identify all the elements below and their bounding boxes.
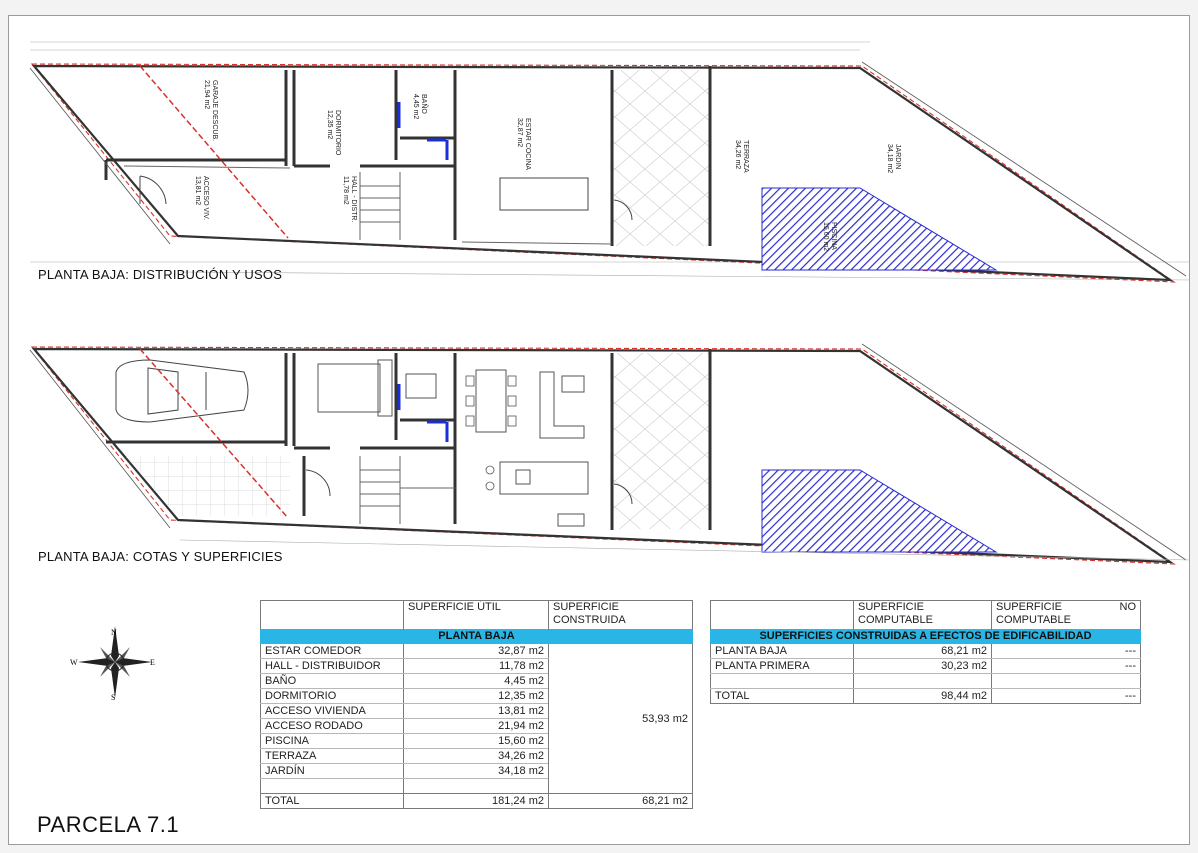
compass-north: N bbox=[111, 628, 117, 637]
row-spacer bbox=[403, 778, 549, 794]
row-label: HALL - DISTRIBUIDOR bbox=[260, 658, 404, 674]
room-jardin-name: JARDIN bbox=[894, 144, 901, 169]
room-terraza-area: 34,26 m2 bbox=[734, 140, 741, 169]
header-no-computable-word2: NO bbox=[1119, 601, 1137, 614]
total-computable: 98,44 m2 bbox=[853, 688, 992, 704]
row-spacer bbox=[853, 673, 992, 689]
row-util: 13,81 m2 bbox=[403, 703, 549, 719]
row-spacer bbox=[991, 673, 1141, 689]
section-planta-baja: PLANTA BAJA bbox=[260, 629, 693, 644]
room-terraza-name: TERRAZA bbox=[742, 140, 749, 173]
row-computable: 68,21 m2 bbox=[853, 643, 992, 659]
room-estar-area: 32,87 m2 bbox=[516, 118, 523, 147]
total-util: 181,24 m2 bbox=[403, 793, 549, 809]
header-empty bbox=[710, 600, 854, 630]
room-jardin-area: 34,18 m2 bbox=[886, 144, 893, 173]
room-hall-name: HALL - DISTR. bbox=[350, 176, 357, 222]
room-dormitorio-area: 12,35 m2 bbox=[326, 110, 333, 139]
upper-plan-title: PLANTA BAJA: DISTRIBUCIÓN Y USOS bbox=[38, 267, 283, 282]
header-empty bbox=[260, 600, 404, 630]
total-label: TOTAL bbox=[260, 793, 404, 809]
row-util: 12,35 m2 bbox=[403, 688, 549, 704]
edificabilidad-table: SUPERFICIE COMPUTABLE SUPERFICIE NO COMP… bbox=[710, 600, 1141, 704]
row-spacer bbox=[260, 778, 404, 794]
room-garaje-name: GARAJE DESCUB. bbox=[211, 80, 218, 141]
room-acceso-area: 13,81 m2 bbox=[194, 176, 201, 205]
row-util: 34,18 m2 bbox=[403, 763, 549, 779]
row-util: 34,26 m2 bbox=[403, 748, 549, 764]
row-spacer bbox=[710, 673, 854, 689]
header-no-computable-word1: SUPERFICIE bbox=[996, 601, 1063, 614]
row-label: PLANTA PRIMERA bbox=[710, 658, 854, 674]
row-label: TERRAZA bbox=[260, 748, 404, 764]
compass-rose-icon: N S E W bbox=[70, 626, 155, 702]
total-label: TOTAL bbox=[710, 688, 854, 704]
lower-plan bbox=[29, 343, 1191, 565]
header-construida: SUPERFICIE CONSTRUIDA bbox=[548, 600, 693, 630]
header-util: SUPERFICIE ÚTIL bbox=[403, 600, 549, 630]
row-util: 32,87 m2 bbox=[403, 643, 549, 659]
room-hall-area: 11,78 m2 bbox=[342, 176, 349, 205]
row-label: PISCINA bbox=[260, 733, 404, 749]
room-garaje-area: 21,94 m2 bbox=[203, 80, 210, 109]
room-bano-name: BAÑO bbox=[420, 94, 429, 114]
row-label: BAÑO bbox=[260, 673, 404, 689]
row-label: PLANTA BAJA bbox=[710, 643, 854, 659]
row-label: JARDÍN bbox=[260, 763, 404, 779]
lower-plan-title: PLANTA BAJA: COTAS Y SUPERFICIES bbox=[38, 549, 283, 564]
row-util: 21,94 m2 bbox=[403, 718, 549, 734]
compass-east: E bbox=[150, 658, 155, 667]
drawing-sheet: GARAJE DESCUB. 21,94 m2 DORMITORIO 12,35… bbox=[0, 0, 1198, 853]
row-no-computable: --- bbox=[991, 643, 1141, 659]
header-no-computable-word3: COMPUTABLE bbox=[996, 614, 1071, 626]
room-piscina-area: 15,60 m2 bbox=[822, 222, 829, 251]
section-edificabilidad: SUPERFICIES CONSTRUIDAS A EFECTOS DE EDI… bbox=[710, 629, 1141, 644]
room-bano-area: 4,45 m2 bbox=[412, 94, 419, 119]
row-util: 15,60 m2 bbox=[403, 733, 549, 749]
header-computable: SUPERFICIE COMPUTABLE bbox=[853, 600, 992, 630]
header-no-computable: SUPERFICIE NO COMPUTABLE bbox=[991, 600, 1141, 630]
row-label: ESTAR COMEDOR bbox=[260, 643, 404, 659]
row-label: DORMITORIO bbox=[260, 688, 404, 704]
row-util: 4,45 m2 bbox=[403, 673, 549, 689]
row-no-computable: --- bbox=[991, 658, 1141, 674]
row-util: 11,78 m2 bbox=[403, 658, 549, 674]
row-label: ACCESO RODADO bbox=[260, 718, 404, 734]
row-label: ACCESO VIVIENDA bbox=[260, 703, 404, 719]
room-piscina-name: PISCINA bbox=[830, 222, 837, 250]
total-construida: 68,21 m2 bbox=[548, 793, 693, 809]
parcel-label: PARCELA 7.1 bbox=[37, 812, 180, 837]
room-acceso-name: ACCESO VIV. bbox=[202, 176, 209, 220]
row-computable: 30,23 m2 bbox=[853, 658, 992, 674]
room-dormitorio-name: DORMITORIO bbox=[334, 110, 341, 156]
room-estar-name: ESTAR COCINA bbox=[524, 118, 531, 170]
total-no-computable: --- bbox=[991, 688, 1141, 704]
compass-west: W bbox=[70, 658, 78, 667]
upper-plan: GARAJE DESCUB. 21,94 m2 DORMITORIO 12,35… bbox=[29, 41, 1191, 283]
superficies-table: SUPERFICIE ÚTIL SUPERFICIE CONSTRUIDA PL… bbox=[260, 600, 693, 809]
compass-south: S bbox=[111, 693, 115, 702]
subtotal-construida: 53,93 m2 bbox=[548, 643, 693, 794]
